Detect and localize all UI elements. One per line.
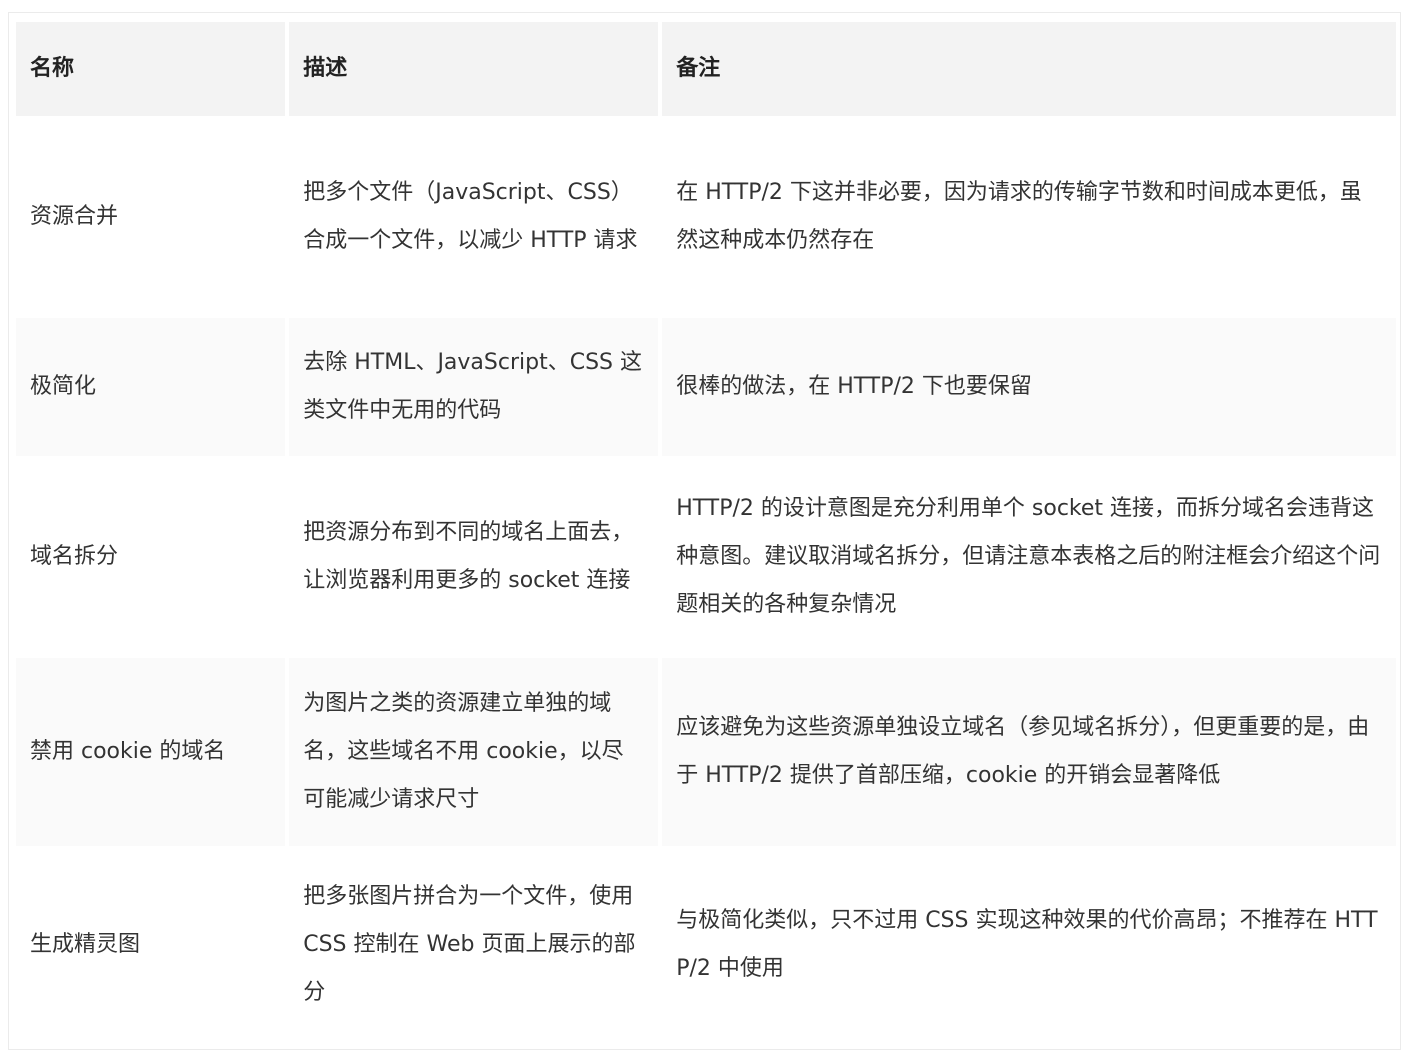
cell-name: 资源合并	[16, 120, 286, 314]
comparison-table-container: 名称 描述 备注 资源合并 把多个文件（JavaScript、CSS） 合成一个…	[8, 12, 1401, 1050]
cell-note: 与极简化类似，只不过用 CSS 实现这种效果的代价高昂；不推荐在 HTTP/2 …	[662, 850, 1396, 1040]
cell-name: 禁用 cookie 的域名	[16, 658, 286, 846]
cell-note: 在 HTTP/2 下这并非必要，因为请求的传输字节数和时间成本更低，虽然这种成本…	[662, 120, 1396, 314]
table-row: 资源合并 把多个文件（JavaScript、CSS） 合成一个文件，以减少 HT…	[16, 120, 1396, 314]
cell-name: 极简化	[16, 318, 286, 456]
table-header-row: 名称 描述 备注	[16, 22, 1396, 116]
cell-description: 去除 HTML、JavaScript、CSS 这类文件中无用的代码	[289, 318, 659, 456]
cell-description: 为图片之类的资源建立单独的域名，这些域名不用 cookie，以尽可能减少请求尺寸	[289, 658, 659, 846]
cell-description: 把资源分布到不同的域名上面去，让浏览器利用更多的 socket 连接	[289, 460, 659, 654]
table-row: 域名拆分 把资源分布到不同的域名上面去，让浏览器利用更多的 socket 连接 …	[16, 460, 1396, 654]
cell-note: HTTP/2 的设计意图是充分利用单个 socket 连接，而拆分域名会违背这种…	[662, 460, 1396, 654]
cell-note: 很棒的做法，在 HTTP/2 下也要保留	[662, 318, 1396, 456]
cell-note: 应该避免为这些资源单独设立域名（参见域名拆分），但更重要的是，由于 HTTP/2…	[662, 658, 1396, 846]
table-row: 生成精灵图 把多张图片拼合为一个文件，使用 CSS 控制在 Web 页面上展示的…	[16, 850, 1396, 1040]
table-row: 禁用 cookie 的域名 为图片之类的资源建立单独的域名，这些域名不用 coo…	[16, 658, 1396, 846]
cell-name: 生成精灵图	[16, 850, 286, 1040]
cell-description: 把多个文件（JavaScript、CSS） 合成一个文件，以减少 HTTP 请求	[289, 120, 659, 314]
cell-name: 域名拆分	[16, 460, 286, 654]
header-name: 名称	[16, 22, 286, 116]
table-row: 极简化 去除 HTML、JavaScript、CSS 这类文件中无用的代码 很棒…	[16, 318, 1396, 456]
header-note: 备注	[662, 22, 1396, 116]
header-description: 描述	[289, 22, 659, 116]
cell-description: 把多张图片拼合为一个文件，使用 CSS 控制在 Web 页面上展示的部分	[289, 850, 659, 1040]
http2-optimization-table: 名称 描述 备注 资源合并 把多个文件（JavaScript、CSS） 合成一个…	[12, 18, 1400, 1044]
